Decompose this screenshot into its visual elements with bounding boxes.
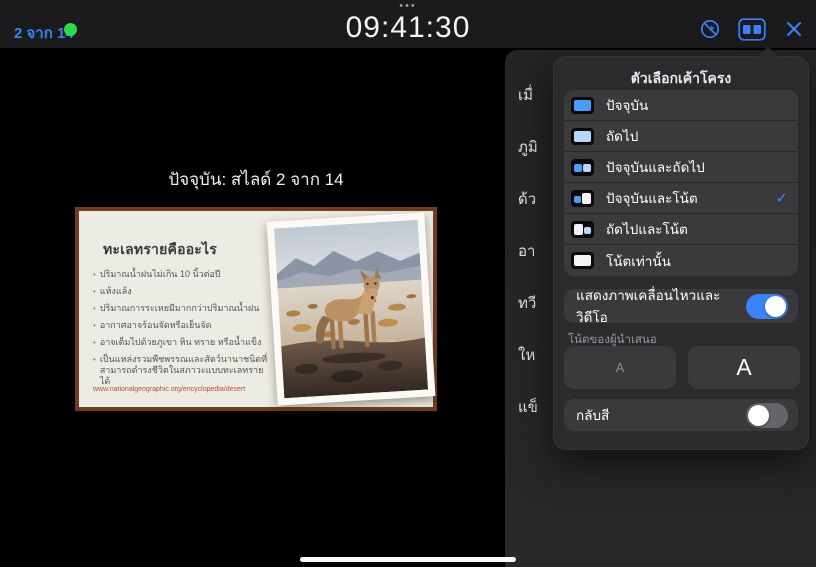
bullet-icon: • [93, 270, 96, 279]
layout-options-icon [738, 17, 766, 41]
slide-bullet: • ปริมาณการระเหยมีมากกว่าปริมาณน้ำฝน [93, 303, 260, 313]
checkmark-icon: ✓ [775, 190, 788, 207]
close-icon [787, 22, 801, 36]
popover-title: ตัวเลือกเค้าโครง [630, 70, 732, 86]
slide-bullet: • อาจเต็มไปด้วยภูเขา หิน ทราย หรือน้ำแข็ง [93, 337, 262, 347]
invert-colors-toggle[interactable] [746, 402, 788, 428]
layout-options-popover: ตัวเลือกเค้าโครง ปัจจุบัน ถัดไป ปัจจุบัน… [553, 47, 809, 450]
layout-option-current[interactable]: ปัจจุบัน [564, 90, 798, 121]
animations-video-row: แสดงภาพเคลื่อนไหวและวิดีโอ [564, 288, 798, 325]
layout-option-notes-only[interactable]: โน้ตเท่านั้น [564, 245, 798, 276]
increase-font-button[interactable]: A [688, 346, 800, 389]
bullet-icon: • [93, 321, 96, 330]
layout-option-next[interactable]: ถัดไป [564, 121, 798, 152]
slide-bullet: • อากาศอาจร้อนจัดหรือเย็นจัด [93, 320, 212, 330]
layout-option-next-notes[interactable]: ถัดไปและโน้ต [564, 214, 798, 245]
slide-title: ทะเลทรายคืออะไร [103, 241, 217, 257]
layout-option-current-notes[interactable]: ปัจจุบันและโน้ต ✓ [564, 183, 798, 214]
coyote-photo-image [273, 219, 429, 399]
slide-bullet: • แห้งแล้ง [93, 286, 132, 296]
home-indicator[interactable] [300, 557, 516, 562]
desert-coyote-photo [266, 212, 436, 406]
slide-bullet: • ปริมาณน้ำฝนไม่เกิน 10 นิ้วต่อปี [93, 269, 221, 279]
layout-options-button[interactable] [738, 17, 766, 41]
current-and-notes-icon [571, 189, 594, 207]
layout-option-list: ปัจจุบัน ถัดไป ปัจจุบันและถัดไป ปัจจุบัน… [564, 90, 798, 276]
notes-only-icon [571, 252, 594, 269]
slide-bullet-list: • ปริมาณน้ำฝนไม่เกิน 10 นิ้วต่อปี • แห้งแล… [93, 269, 271, 393]
current-slide-preview[interactable]: ทะเลทรายคืออะไร • ปริมาณน้ำฝนไม่เกิน 10 น… [75, 207, 437, 411]
draw-disabled-button[interactable] [696, 17, 724, 41]
top-bar: ••• 2 จาก 14 09:41:30 [0, 0, 816, 48]
bullet-icon: • [93, 287, 96, 296]
slide-source-link: www.nationalgeographic.org/encyclopedia/… [93, 386, 246, 393]
presentation-clock: 09:41:30 [345, 11, 471, 44]
invert-colors-row: กลับสี [564, 399, 798, 431]
current-slide-caption: ปัจจุบัน: สไลด์ 2 จาก 14 [168, 170, 344, 189]
decrease-font-button[interactable]: A [564, 346, 676, 389]
presenter-display: ••• 2 จาก 14 09:41:30 ปัจจุบัน: สไลด์ 2 … [0, 0, 816, 567]
presenter-notes-text: เมื่ ภูมิ ด้ว อา ทวี ให แข็ [518, 87, 538, 416]
bullet-icon: • [93, 355, 96, 364]
bullet-icon: • [93, 304, 96, 313]
slide-bullet: • เป็นแหล่งรวมพืชพรรณและสัตว์นานาชนิดที่ส… [93, 354, 268, 386]
next-slide-icon [571, 127, 594, 145]
toggle-knob [765, 295, 786, 317]
current-slide-icon [571, 96, 594, 114]
current-and-next-icon [571, 158, 594, 176]
toggle-knob [748, 404, 769, 426]
layout-option-current-next[interactable]: ปัจจุบันและถัดไป [564, 152, 798, 183]
toolbar-buttons [696, 17, 808, 41]
draw-disabled-icon [700, 19, 720, 39]
popover-arrow [757, 47, 779, 57]
close-button[interactable] [780, 17, 808, 41]
bullet-icon: • [93, 338, 96, 347]
animations-toggle[interactable] [746, 293, 788, 319]
next-and-notes-icon [571, 220, 594, 238]
